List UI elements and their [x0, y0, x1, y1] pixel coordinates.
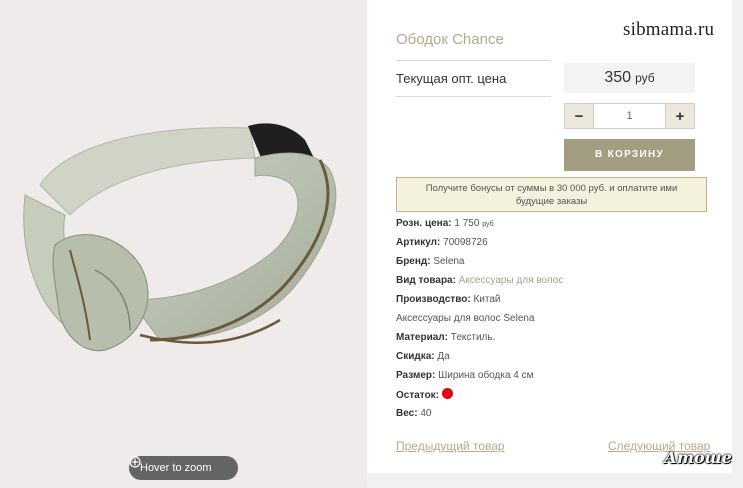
zoom-icon [129, 456, 141, 468]
price-currency: руб [635, 71, 655, 85]
spec-origin: Производство: Китай [396, 293, 563, 312]
spec-label: Артикул: [396, 237, 441, 248]
product-title: Ободок Chance [396, 31, 504, 48]
add-to-cart-button[interactable]: В КОРЗИНУ [564, 139, 695, 171]
spec-value: 1 750 [454, 218, 480, 229]
spec-label: Розн. цена: [396, 218, 452, 229]
price-box: 350 руб [564, 63, 695, 93]
spec-value: Текстиль. [450, 332, 496, 343]
spec-currency: руб [482, 221, 494, 228]
previous-product-link[interactable]: Предыдущий товар [396, 439, 505, 453]
stock-status-dot [442, 388, 454, 399]
spec-material: Материал: Текстиль. [396, 331, 563, 350]
increase-quantity-button[interactable]: + [666, 104, 694, 128]
spec-size: Размер: Ширина ободка 4 см [396, 369, 563, 388]
spec-value: 70098726 [443, 237, 488, 248]
price-label: Текущая опт. цена [396, 71, 507, 86]
spec-value: Да [437, 351, 450, 362]
spec-stock: Остаток: [396, 388, 563, 407]
spec-category: Аксессуары для волос Selena [396, 313, 535, 324]
spec-type: Вид товара: Аксессуары для волос [396, 274, 563, 293]
spec-value: Selena [433, 256, 465, 267]
spec-label: Остаток: [396, 390, 440, 401]
price-value: 350 [604, 69, 632, 86]
signature: Атоше [664, 448, 732, 467]
spec-brand: Бренд: Selena [396, 255, 563, 274]
type-link[interactable]: Аксессуары для волос [459, 275, 564, 286]
spec-label: Вид товара: [396, 275, 456, 286]
product-specs: Розн. цена: 1 750 руб Артикул: 70098726 … [396, 217, 563, 426]
spec-label: Бренд: [396, 256, 431, 267]
spec-label: Производство: [396, 294, 471, 305]
spec-label: Размер: [396, 370, 436, 381]
page-edge [732, 0, 743, 488]
decrease-quantity-button[interactable]: − [565, 104, 593, 128]
spec-label: Материал: [396, 332, 448, 343]
spec-retail-price: Розн. цена: 1 750 руб [396, 217, 563, 236]
watermark: sibmama.ru [623, 19, 715, 40]
spec-discount: Скидка: Да [396, 350, 563, 369]
zoom-hint-text: Hover to zoom [140, 462, 212, 474]
hover-to-zoom-badge: Hover to zoom [129, 456, 238, 480]
price-row: Текущая опт. цена [396, 60, 551, 97]
spec-value: 40 [420, 408, 432, 419]
spec-value: Китай [473, 294, 501, 305]
bonus-notice: Получите бонусы от суммы в 30 000 руб. и… [396, 177, 707, 212]
quantity-input[interactable]: 1 [593, 104, 666, 128]
spec-label: Скидка: [396, 351, 435, 362]
spec-weight: Вес: 40 [396, 407, 563, 426]
product-image[interactable]: Hover to zoom [0, 0, 367, 488]
quantity-stepper: − 1 + [564, 103, 695, 129]
spec-label: Вес: [396, 408, 418, 419]
spec-article: Артикул: 70098726 [396, 236, 563, 255]
headband-illustration [23, 123, 337, 352]
spec-value: Ширина ободка 4 см [438, 370, 534, 381]
